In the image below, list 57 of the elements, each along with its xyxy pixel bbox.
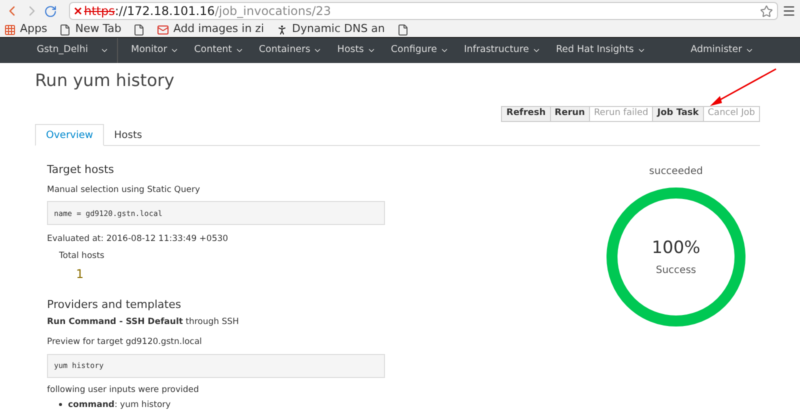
figure-icon xyxy=(276,24,288,36)
nav-menu[interactable]: Infrastructure xyxy=(464,43,541,58)
bookmark-link[interactable]: New Tab xyxy=(75,21,122,38)
success-percent: 100% xyxy=(652,236,700,260)
insecure-icon xyxy=(74,7,82,15)
tab[interactable]: Overview xyxy=(35,124,104,146)
bookmark-link[interactable]: Apps xyxy=(20,21,48,38)
nav-menu[interactable]: Red Hat Insights xyxy=(556,43,646,58)
bookmark-link[interactable]: Add images in zi xyxy=(173,21,264,38)
page-icon xyxy=(59,24,72,36)
section-heading: Providers and templates xyxy=(47,296,182,313)
chevron-down-icon xyxy=(440,46,449,55)
tab[interactable]: Hosts xyxy=(104,124,152,146)
chevron-down-icon xyxy=(636,46,646,55)
page-icon xyxy=(133,24,146,36)
nav-menu[interactable]: Configure xyxy=(390,43,449,58)
chevron-down-icon xyxy=(313,46,322,55)
chevron-down-icon xyxy=(532,46,541,55)
url-path: /job_invocations/23 xyxy=(214,3,332,20)
menu-icon[interactable] xyxy=(782,4,796,18)
page-icon xyxy=(396,24,409,36)
status-label: succeeded xyxy=(649,165,703,179)
section-heading: Target hosts xyxy=(47,162,116,178)
apps-grid-icon xyxy=(4,24,16,36)
success-caption: Success xyxy=(656,264,696,278)
url-host: ://172.18.101.16 xyxy=(114,3,215,20)
reload-icon[interactable] xyxy=(44,4,57,18)
bookmark-star-icon[interactable] xyxy=(760,4,773,18)
chevron-down-icon xyxy=(234,46,244,55)
action-button[interactable]: Rerun xyxy=(550,106,590,122)
preview-label: Preview for target gd9120.gstn.local xyxy=(47,336,203,349)
action-button[interactable]: Job Task xyxy=(652,106,704,122)
template-text: Run Command - SSH Default through SSH xyxy=(47,316,240,329)
bullet-icon xyxy=(59,403,62,406)
total-hosts-label: Total hosts xyxy=(59,250,106,263)
page-title: Run yum history xyxy=(35,70,176,93)
inputs-label: following user inputs were provided xyxy=(47,384,200,396)
mail-icon xyxy=(157,24,170,36)
chevron-down-icon xyxy=(170,46,180,55)
bookmark-link[interactable]: Dynamic DNS an xyxy=(292,21,385,38)
chevron-down-icon xyxy=(100,46,109,55)
organization-menu[interactable]: Gstn_Delhi xyxy=(36,43,109,58)
nav-menu[interactable]: Monitor xyxy=(131,43,180,58)
address-bar[interactable]: https://172.18.101.16/job_invocations/23 xyxy=(69,2,778,20)
total-hosts-count: 1 xyxy=(76,266,85,283)
nav-menu[interactable]: Content xyxy=(194,43,244,58)
query-description: Manual selection using Static Query xyxy=(47,184,201,196)
evaluated-time: Evaluated at: 2016-08-12 11:33:49 +0530 xyxy=(47,233,230,246)
url-scheme: https xyxy=(84,3,115,20)
nav-menu[interactable]: Containers xyxy=(258,43,322,58)
chevron-down-icon xyxy=(745,46,754,55)
chevron-down-icon xyxy=(366,46,376,55)
user-menu[interactable]: Administer xyxy=(690,43,754,58)
action-button[interactable]: Refresh xyxy=(501,106,551,122)
nav-menu[interactable]: Hosts xyxy=(337,43,376,58)
input-value: command: yum history xyxy=(68,398,171,412)
annotation-arrow xyxy=(708,68,778,108)
